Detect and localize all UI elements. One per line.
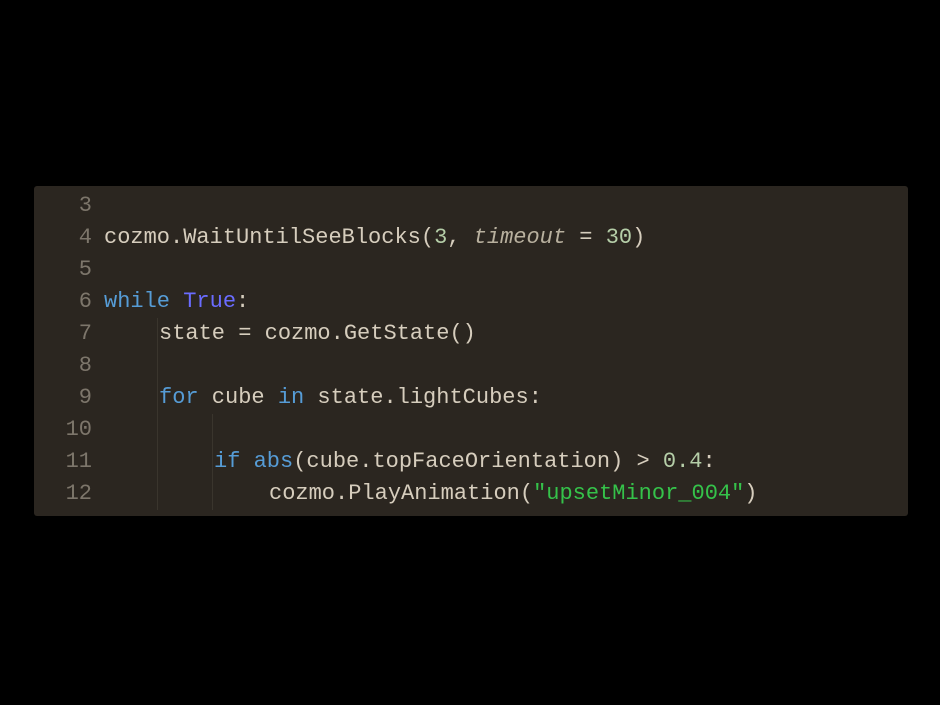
token-op: = [566,225,606,250]
code-text: if abs(cube.topFaceOrientation) > 0.4: [104,449,716,474]
token-ident [240,449,253,474]
token-num: 30 [606,225,632,250]
line-number: 3 [34,190,92,222]
line-number: 11 [34,446,92,478]
code-area[interactable]: cozmo.WaitUntilSeeBlocks(3, timeout = 30… [104,186,908,516]
code-text: state = cozmo.GetState() [104,321,476,346]
token-ident: cozmo [251,321,330,346]
token-punct: : [703,449,716,474]
token-ident: GetState [344,321,450,346]
token-kw: while [104,289,170,314]
token-punct: ( [293,449,306,474]
token-num: 3 [434,225,447,250]
token-bool: True [183,289,236,314]
code-line[interactable]: cozmo.WaitUntilSeeBlocks(3, timeout = 30… [104,222,908,254]
token-punct: ( [520,481,533,506]
token-punct: . [335,481,348,506]
code-text: cozmo.PlayAnimation("upsetMinor_004") [104,481,758,506]
token-kw: in [278,385,304,410]
code-line[interactable] [104,350,908,382]
token-ident: cube [199,385,278,410]
token-num: 0.4 [663,449,703,474]
code-line[interactable]: state = cozmo.GetState() [104,318,908,350]
code-line[interactable] [104,510,908,516]
code-line[interactable]: for cube in state.lightCubes: [104,382,908,414]
code-text [104,353,159,378]
code-line[interactable] [104,190,908,222]
token-str: "upsetMinor_004" [533,481,744,506]
token-punct: ( [421,225,434,250]
code-line[interactable] [104,414,908,446]
code-text [104,417,214,442]
line-number: 6 [34,286,92,318]
token-punct: . [331,321,344,346]
token-ident: lightCubes [397,385,529,410]
token-ident: state [159,321,238,346]
token-ident: cube [306,449,359,474]
code-line[interactable]: cozmo.PlayAnimation("upsetMinor_004") [104,478,908,510]
line-number: 4 [34,222,92,254]
token-ident: WaitUntilSeeBlocks [183,225,421,250]
token-punct: () [449,321,475,346]
line-number-gutter: 345678910111213 [34,186,104,516]
token-punct: ) [744,481,757,506]
token-punct: . [170,225,183,250]
code-text: cozmo.WaitUntilSeeBlocks(3, timeout = 30… [104,225,645,250]
line-number: 9 [34,382,92,414]
code-line[interactable] [104,254,908,286]
token-ident: topFaceOrientation [372,449,610,474]
token-punct: , [447,225,473,250]
token-param: timeout [474,225,566,250]
line-number: 12 [34,478,92,510]
token-kw: for [159,385,199,410]
token-punct: : [236,289,249,314]
token-kw: if [214,449,240,474]
code-line[interactable]: while True: [104,286,908,318]
token-punct: : [529,385,542,410]
code-text: while True: [104,289,249,314]
line-number: 5 [34,254,92,286]
token-ident: cozmo [269,481,335,506]
token-punct: ) [632,225,645,250]
token-ident [170,289,183,314]
line-number: 13 [34,510,92,516]
token-op: > [623,449,663,474]
code-line[interactable]: if abs(cube.topFaceOrientation) > 0.4: [104,446,908,478]
token-ident: PlayAnimation [348,481,520,506]
token-punct: . [383,385,396,410]
token-ident: cozmo [104,225,170,250]
line-number: 10 [34,414,92,446]
line-number: 8 [34,350,92,382]
code-text: for cube in state.lightCubes: [104,385,542,410]
code-editor[interactable]: 345678910111213 cozmo.WaitUntilSeeBlocks… [34,186,908,516]
token-punct: . [359,449,372,474]
token-ident: state [304,385,383,410]
token-punct: ) [610,449,623,474]
line-number: 7 [34,318,92,350]
token-builtin: abs [254,449,294,474]
token-op: = [238,321,251,346]
